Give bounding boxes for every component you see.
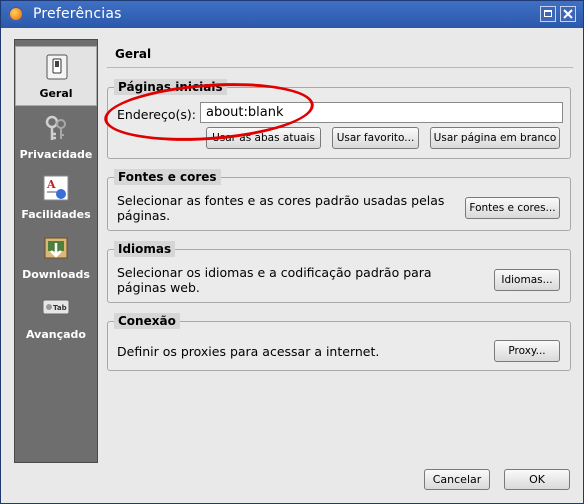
firefox-icon [8, 6, 24, 22]
switch-icon [43, 53, 71, 81]
sidebar-item-facilidades[interactable]: A Facilidades [15, 168, 97, 228]
sidebar-item-downloads[interactable]: Downloads [15, 228, 97, 288]
ok-button[interactable]: OK [504, 469, 570, 490]
sidebar-item-geral[interactable]: Geral [15, 46, 97, 106]
use-current-tabs-button[interactable]: Usar as abas atuais [206, 127, 321, 149]
svg-text:Tab: Tab [53, 304, 67, 312]
group-legend: Páginas iniciais [114, 79, 227, 95]
group-legend: Fontes e cores [114, 169, 221, 185]
title-bar[interactable]: Preferências [1, 1, 583, 28]
keys-icon [42, 114, 70, 142]
connection-description: Definir os proxies para acessar a intern… [117, 344, 380, 359]
sidebar-item-avancado[interactable]: Tab Avançado [15, 288, 97, 348]
font-document-icon: A [42, 174, 70, 202]
sidebar-item-privacidade[interactable]: Privacidade [15, 108, 97, 168]
category-sidebar: Geral Privacidade A Facilidades Download… [14, 39, 98, 463]
languages-button[interactable]: Idiomas... [494, 269, 560, 291]
homepage-address-field[interactable]: about:blank [200, 102, 563, 123]
panel-header: Geral [107, 39, 573, 68]
sidebar-item-label: Avançado [26, 328, 86, 341]
use-blank-page-button[interactable]: Usar página em branco [430, 127, 560, 149]
preferences-window: Preferências Geral Privacidade A Facilid… [0, 0, 584, 504]
group-legend: Conexão [114, 313, 180, 329]
cancel-button[interactable]: Cancelar [424, 469, 490, 490]
fonts-and-colors-button[interactable]: Fontes e cores... [465, 197, 560, 219]
homepage-group: Páginas iniciais Endereço(s): about:blan… [107, 79, 571, 159]
proxy-button[interactable]: Proxy... [494, 340, 560, 362]
connection-group: Conexão Definir os proxies para acessar … [107, 313, 571, 371]
use-bookmark-button[interactable]: Usar favorito... [332, 127, 419, 149]
downloads-icon [42, 234, 70, 262]
sidebar-item-label: Geral [39, 87, 73, 100]
maximize-button[interactable] [540, 6, 556, 22]
maximize-icon [544, 10, 552, 17]
close-button[interactable] [560, 6, 576, 22]
fonts-description: Selecionar as fontes e as cores padrão u… [117, 193, 445, 223]
languages-description: Selecionar os idiomas e a codificação pa… [117, 265, 432, 295]
page-title: Geral [115, 47, 152, 61]
window-title: Preferências [33, 6, 122, 22]
sidebar-item-label: Privacidade [19, 148, 93, 161]
tab-icon: Tab [42, 294, 70, 322]
sidebar-item-label: Downloads [22, 268, 90, 281]
languages-group: Idiomas Selecionar os idiomas e a codifi… [107, 241, 571, 303]
address-label: Endereço(s): [117, 107, 196, 122]
fonts-group: Fontes e cores Selecionar as fontes e as… [107, 169, 571, 231]
sidebar-item-label: Facilidades [21, 208, 91, 221]
close-icon [563, 9, 573, 19]
svg-text:A: A [46, 178, 56, 191]
group-legend: Idiomas [114, 241, 176, 257]
